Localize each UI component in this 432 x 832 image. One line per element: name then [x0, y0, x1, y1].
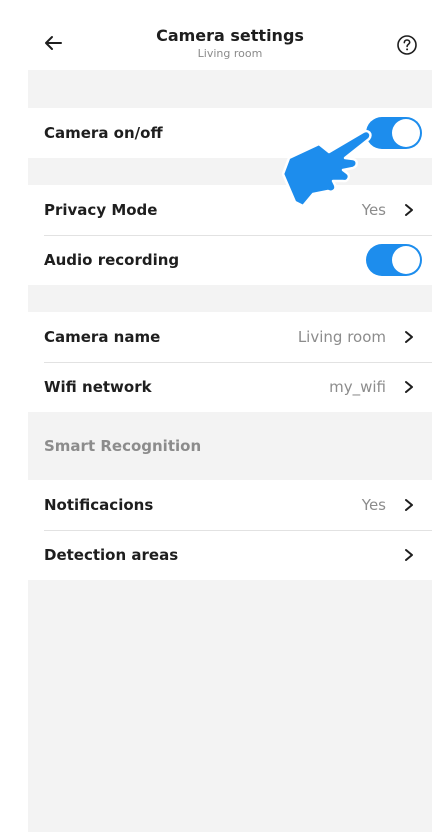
- help-icon[interactable]: [396, 34, 418, 56]
- detection-areas-row[interactable]: Detection areas: [28, 530, 432, 580]
- chevron-right-icon: [405, 204, 413, 216]
- camera-onoff-row: Camera on/off: [28, 108, 432, 158]
- wifi-network-value: my_wifi: [329, 378, 386, 396]
- detection-areas-label: Detection areas: [44, 546, 179, 564]
- camera-name-label: Camera name: [44, 328, 161, 346]
- camera-settings-screen: Camera settings Living room Camera on/of…: [28, 10, 432, 832]
- toggle-knob: [392, 246, 420, 274]
- notifications-row[interactable]: Notificacions Yes: [28, 480, 432, 530]
- privacy-group: Privacy Mode Yes Audio recording: [28, 185, 432, 285]
- power-group: Camera on/off: [28, 108, 432, 158]
- privacy-mode-label: Privacy Mode: [44, 201, 158, 219]
- chevron-right-icon: [405, 331, 413, 343]
- camera-name-row[interactable]: Camera name Living room: [28, 312, 432, 362]
- network-group: Camera name Living room Wifi network my_…: [28, 312, 432, 412]
- smart-recognition-section-title: Smart Recognition: [44, 437, 202, 455]
- title-block: Camera settings Living room: [28, 25, 432, 61]
- camera-onoff-toggle[interactable]: [366, 117, 422, 149]
- recognition-group: Notificacions Yes Detection areas: [28, 480, 432, 580]
- audio-recording-toggle[interactable]: [366, 244, 422, 276]
- toggle-knob: [392, 119, 420, 147]
- header: Camera settings Living room: [28, 10, 432, 70]
- audio-recording-row: Audio recording: [28, 235, 432, 285]
- notifications-label: Notificacions: [44, 496, 154, 514]
- chevron-right-icon: [405, 381, 413, 393]
- chevron-right-icon: [405, 499, 413, 511]
- audio-recording-label: Audio recording: [44, 251, 180, 269]
- page-subtitle: Living room: [197, 47, 263, 60]
- notifications-value: Yes: [361, 496, 386, 514]
- privacy-mode-value: Yes: [361, 201, 386, 219]
- wifi-network-row[interactable]: Wifi network my_wifi: [28, 362, 432, 412]
- page-title: Camera settings: [156, 26, 304, 45]
- privacy-mode-row[interactable]: Privacy Mode Yes: [28, 185, 432, 235]
- camera-name-value: Living room: [297, 328, 386, 346]
- chevron-right-icon: [405, 549, 413, 561]
- camera-onoff-label: Camera on/off: [44, 124, 163, 142]
- wifi-network-label: Wifi network: [44, 378, 152, 396]
